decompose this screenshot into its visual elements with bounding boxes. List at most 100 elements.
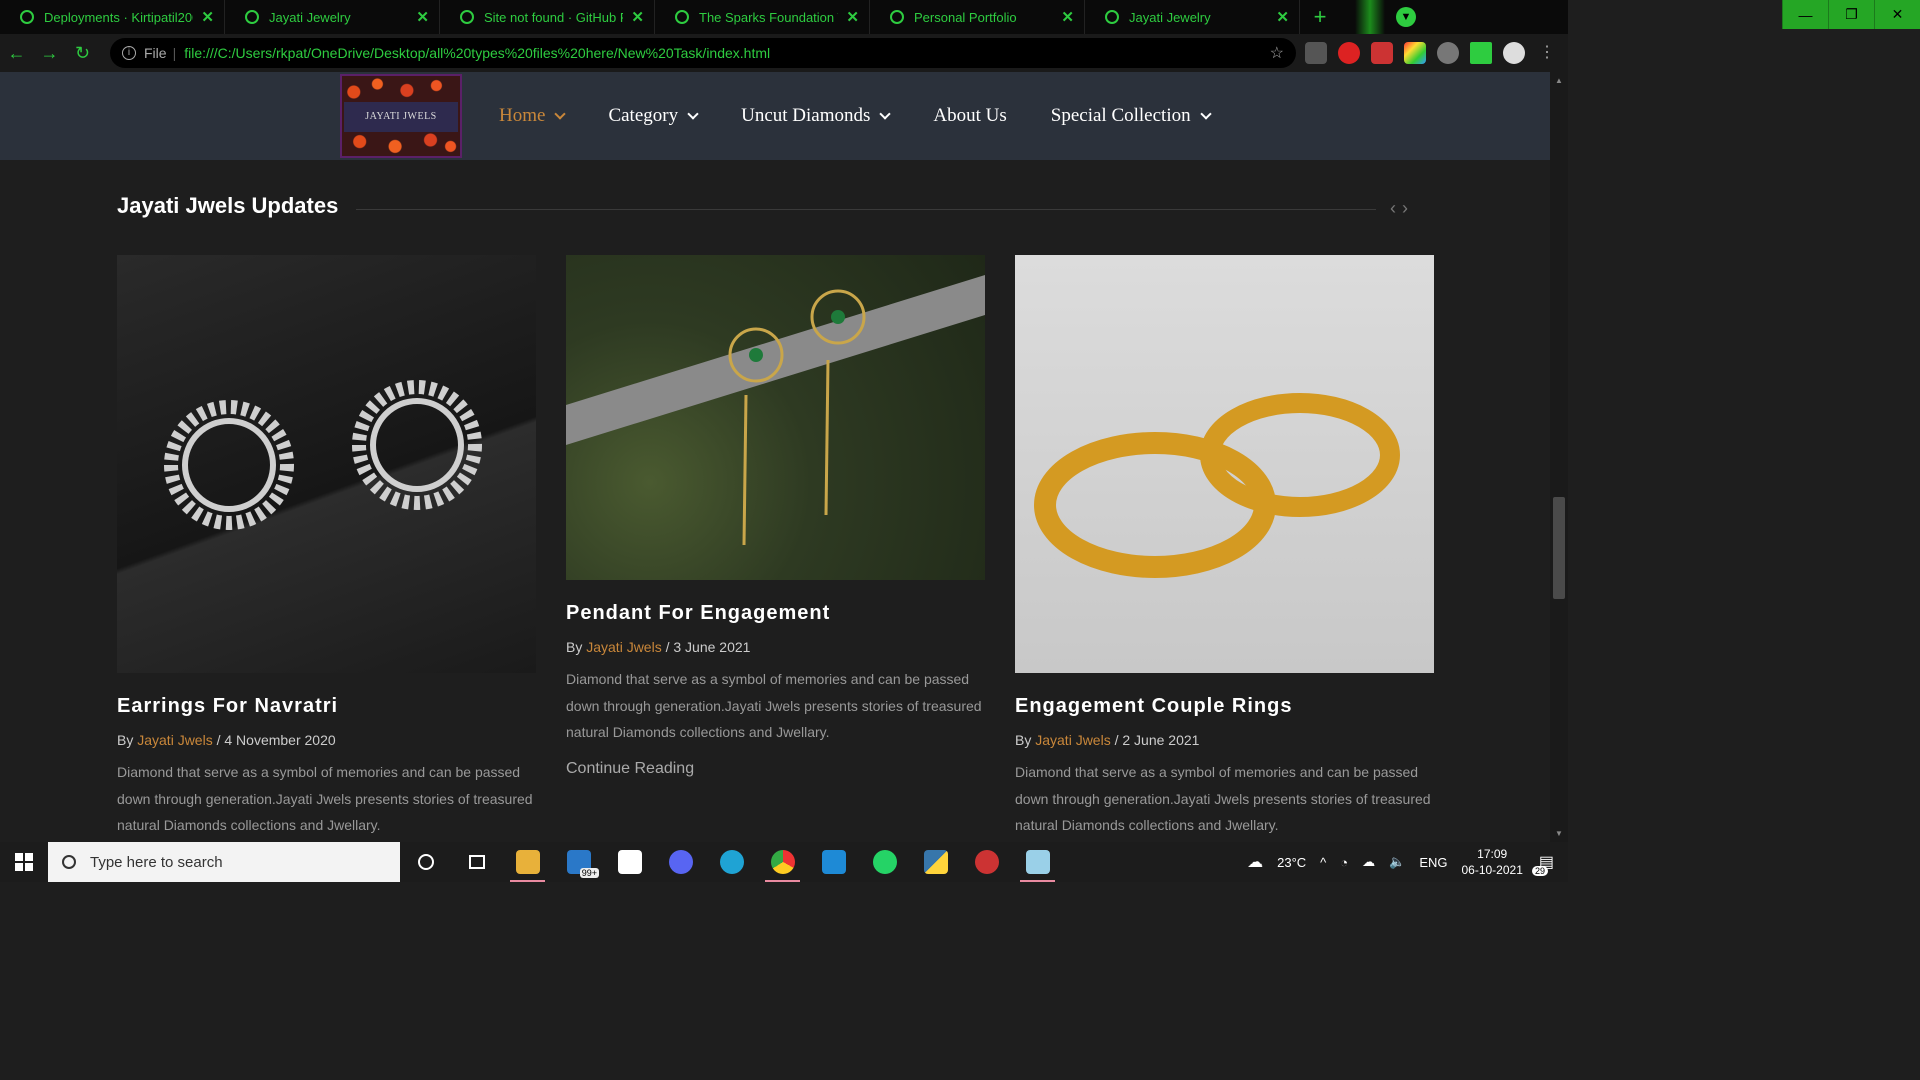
url-text[interactable]: file:///C:/Users/rkpat/OneDrive/Desktop/… — [184, 45, 770, 61]
weather-icon[interactable]: ☁ — [1247, 852, 1263, 872]
extension-icon[interactable] — [1437, 42, 1459, 64]
post-title[interactable]: Pendant For Engagement — [566, 602, 985, 625]
continue-reading-link[interactable]: Continue Reading — [566, 760, 985, 778]
info-icon[interactable]: i — [122, 46, 136, 60]
url-scheme-label: File — [144, 45, 167, 61]
chevron-left-icon[interactable]: ‹ — [1390, 198, 1402, 218]
edge-button[interactable] — [706, 842, 757, 882]
taskbar-search[interactable]: Type here to search — [48, 842, 400, 882]
cortana-button[interactable] — [400, 842, 451, 882]
post-excerpt: Diamond that serve as a symbol of memori… — [117, 764, 533, 833]
network-icon[interactable]: ☁ — [1362, 854, 1375, 870]
post-image-pendant[interactable] — [566, 255, 985, 580]
notification-count: 29 — [1531, 866, 1548, 876]
post-image-earrings[interactable] — [117, 255, 536, 673]
post-image-rings[interactable] — [1015, 255, 1434, 673]
vscode-button[interactable] — [808, 842, 859, 882]
post-date: / 3 June 2021 — [661, 639, 751, 655]
search-placeholder: Type here to search — [90, 853, 223, 871]
extension-icon[interactable] — [1338, 42, 1360, 64]
clock-date: 06-10-2021 — [1461, 863, 1523, 877]
python-button[interactable] — [910, 842, 961, 882]
minimize-button[interactable]: — — [1782, 0, 1828, 29]
menu-home[interactable]: Home — [499, 105, 567, 127]
tab-jayati-jewelry-1[interactable]: Jayati Jewelry ✕ — [225, 0, 440, 34]
tab-title: Personal Portfolio — [914, 9, 1017, 25]
menu-label: Special Collection — [1050, 105, 1191, 126]
carousel-arrows: ‹› — [1390, 198, 1414, 219]
discord-button[interactable] — [655, 842, 706, 882]
temperature[interactable]: 23°C — [1277, 855, 1306, 870]
language-indicator[interactable]: ENG — [1419, 855, 1447, 870]
mail-button[interactable]: 99+ — [553, 842, 604, 882]
close-tab-icon[interactable]: ✕ — [846, 8, 859, 26]
cortana-icon — [417, 854, 434, 870]
tab-deployments[interactable]: Deployments · Kirtipatil200 ✕ — [0, 0, 225, 34]
volume-icon[interactable]: 🔈 — [1389, 854, 1405, 870]
close-tab-icon[interactable]: ✕ — [1276, 8, 1289, 26]
edge-icon — [719, 850, 744, 874]
profile-avatar[interactable] — [1503, 42, 1525, 64]
task-view-button[interactable] — [451, 842, 502, 882]
post-card: Engagement Couple Rings By Jayati Jwels … — [1015, 255, 1434, 839]
start-button[interactable] — [0, 842, 48, 882]
new-tab-button[interactable]: + — [1300, 0, 1340, 34]
chevron-up-icon[interactable]: ^ — [1320, 855, 1326, 870]
wifi-icon[interactable]: ◔ — [1340, 855, 1348, 870]
extension-icon[interactable] — [1404, 42, 1426, 64]
notepad-button[interactable] — [1012, 842, 1063, 882]
whatsapp-button[interactable] — [859, 842, 910, 882]
chrome-button[interactable] — [757, 842, 808, 882]
close-tab-icon[interactable]: ✕ — [631, 8, 644, 26]
store-button[interactable] — [604, 842, 655, 882]
post-author-link[interactable]: Jayati Jwels — [1035, 732, 1110, 748]
menu-category[interactable]: Category — [608, 105, 699, 127]
menu-about-us[interactable]: About Us — [933, 105, 1006, 127]
post-author-link[interactable]: Jayati Jwels — [586, 639, 661, 655]
menu-label: Category — [608, 105, 679, 126]
post-meta: By Jayati Jwels / 4 November 2020 — [117, 732, 536, 748]
notifications-button[interactable]: ▤ 29 — [1531, 852, 1554, 876]
file-explorer-button[interactable] — [502, 842, 553, 882]
close-tab-icon[interactable]: ✕ — [416, 8, 429, 26]
tab-site-not-found[interactable]: Site not found · GitHub Pag ✕ — [440, 0, 655, 34]
post-title[interactable]: Engagement Couple Rings — [1015, 695, 1434, 718]
tab-personal-portfolio[interactable]: Personal Portfolio ✕ — [870, 0, 1085, 34]
clock[interactable]: 17:09 06-10-2021 — [1461, 846, 1522, 878]
reload-button[interactable]: ↻ — [66, 43, 99, 64]
extension-icon[interactable] — [1371, 42, 1393, 64]
app-button[interactable] — [961, 842, 1012, 882]
chevron-right-icon[interactable]: › — [1402, 198, 1414, 218]
bookmark-star-icon[interactable]: ☆ — [1270, 43, 1284, 63]
tab-sparks-foundation[interactable]: The Sparks Foundation TAS ✕ — [655, 0, 870, 34]
forward-button[interactable]: → — [33, 43, 66, 64]
site-logo[interactable]: JAYATI JWELS — [340, 74, 462, 158]
react-icon — [460, 10, 474, 24]
chevron-down-icon — [687, 107, 699, 120]
section-divider — [356, 209, 1376, 210]
menu-label: About Us — [933, 105, 1007, 126]
whatsapp-icon — [872, 850, 897, 874]
close-window-button[interactable]: ✕ — [1874, 0, 1920, 29]
back-button[interactable]: ← — [0, 43, 33, 64]
page-scrollbar[interactable]: ▲ ▼ — [1550, 72, 1568, 842]
close-tab-icon[interactable]: ✕ — [1061, 8, 1074, 26]
mail-badge: 99+ — [579, 868, 599, 878]
post-author-link[interactable]: Jayati Jwels — [137, 732, 212, 748]
menu-special-collection[interactable]: Special Collection — [1050, 105, 1212, 127]
menu-uncut-diamonds[interactable]: Uncut Diamonds — [741, 105, 892, 127]
close-tab-icon[interactable]: ✕ — [201, 8, 214, 26]
restore-button[interactable]: ❐ — [1828, 0, 1874, 29]
puzzle-extensions-icon[interactable] — [1470, 42, 1492, 64]
scroll-down-icon[interactable]: ▼ — [1555, 829, 1563, 838]
more-menu-icon[interactable]: ⋮ — [1536, 42, 1558, 64]
post-title[interactable]: Earrings For Navratri — [117, 695, 536, 718]
tab-jayati-jewelry-active[interactable]: Jayati Jewelry ✕ — [1085, 0, 1300, 34]
extension-icon[interactable] — [1305, 42, 1327, 64]
vpn-extension-icon[interactable]: ▼ — [1396, 7, 1416, 27]
address-bar[interactable]: i File | file:///C:/Users/rkpat/OneDrive… — [110, 38, 1296, 68]
window-controls: — ❐ ✕ — [1782, 0, 1920, 29]
notepad-icon — [1025, 850, 1050, 874]
scrollbar-thumb[interactable] — [1553, 497, 1565, 599]
scroll-up-icon[interactable]: ▲ — [1555, 76, 1563, 85]
